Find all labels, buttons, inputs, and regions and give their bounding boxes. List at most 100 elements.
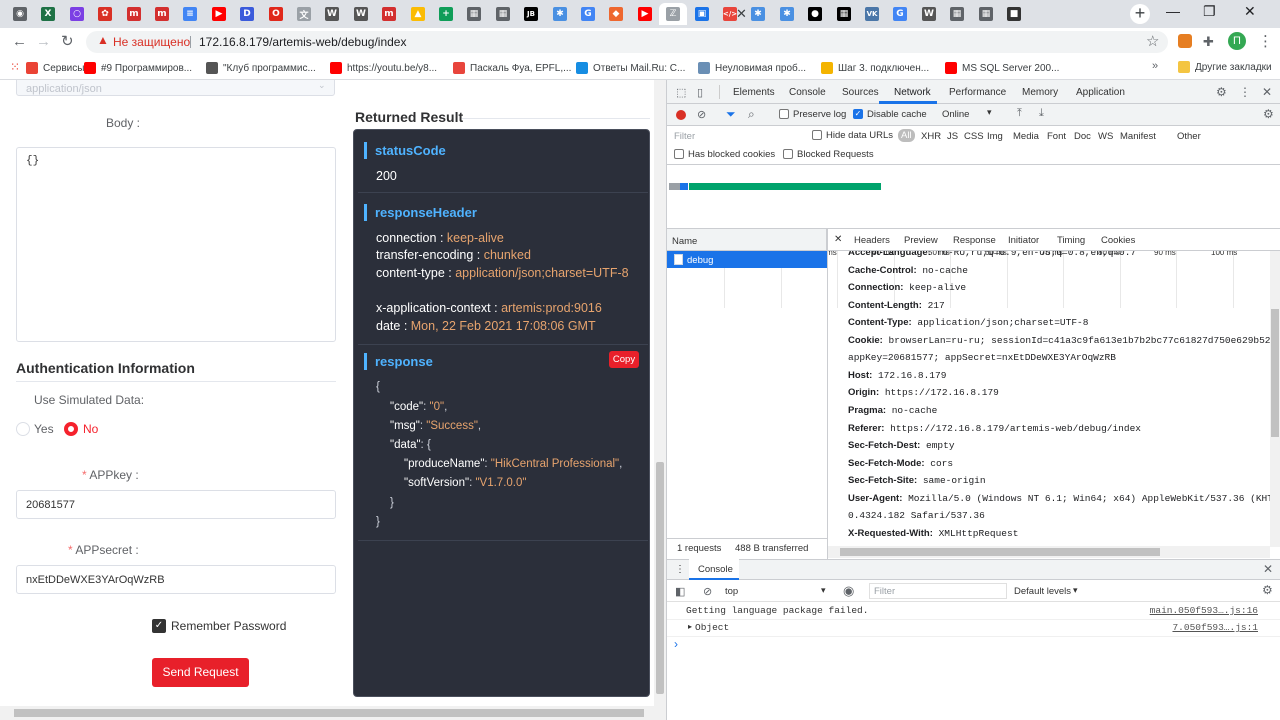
radio-yes-label[interactable]: Yes	[34, 422, 54, 436]
export-har-icon[interactable]: ⤓	[1039, 107, 1044, 120]
default-levels-select[interactable]: Default levels	[1014, 586, 1071, 597]
appkey-input[interactable]: 20681577	[16, 490, 336, 519]
search-icon[interactable]: ⌕	[748, 107, 755, 122]
filter-type-css[interactable]: CSS	[964, 131, 984, 142]
browser-tab[interactable]: ✱	[773, 3, 801, 25]
browser-tab[interactable]: ■	[1000, 3, 1028, 25]
bookmark-star-icon[interactable]: ☆	[1146, 32, 1159, 50]
browser-tab[interactable]: W	[915, 3, 943, 25]
disable-cache-checkbox[interactable]: ✓	[853, 109, 863, 119]
network-settings-icon[interactable]: ⚙	[1263, 107, 1274, 121]
bookmark-item[interactable]: https://youtu.be/y8...	[330, 61, 437, 75]
browser-tab[interactable]: ▦	[460, 3, 488, 25]
browser-tab[interactable]: W	[318, 3, 346, 25]
close-detail-icon[interactable]: ✕	[834, 234, 842, 245]
console-tab-label[interactable]: Console	[698, 564, 733, 575]
filter-input[interactable]: Filter	[674, 131, 695, 142]
detail-tab-initiator[interactable]: Initiator	[1008, 235, 1039, 246]
filter-type-js[interactable]: JS	[947, 131, 958, 142]
browser-tab[interactable]: VK	[858, 3, 886, 25]
browser-tab[interactable]: ●	[801, 3, 829, 25]
console-sidebar-icon[interactable]: ◧	[675, 585, 685, 598]
preserve-log-label[interactable]: Preserve log	[793, 109, 846, 120]
browser-tab[interactable]: JB	[517, 3, 545, 25]
browser-tab[interactable]: m	[375, 3, 403, 25]
close-drawer-icon[interactable]: ✕	[1263, 562, 1273, 576]
preserve-log-checkbox[interactable]	[779, 109, 789, 119]
browser-tab[interactable]: ✱	[546, 3, 574, 25]
appsecret-input[interactable]: nxEtDDeWXE3YArOqWzRB	[16, 565, 336, 594]
window-close-icon[interactable]: ✕	[1244, 3, 1256, 20]
other-bookmarks[interactable]: Другие закладки	[1195, 62, 1272, 73]
extension-fox-icon[interactable]	[1178, 34, 1192, 48]
filter-type-media[interactable]: Media	[1013, 131, 1039, 142]
bookmark-item[interactable]: MS SQL Server 200...	[945, 61, 1059, 75]
blocked-requests-checkbox[interactable]	[783, 149, 793, 159]
browser-tab[interactable]: ▦	[489, 3, 517, 25]
reload-icon[interactable]: ↻	[61, 32, 74, 50]
headers-scrollbar-thumb[interactable]	[1271, 309, 1279, 437]
has-blocked-cookies-label[interactable]: Has blocked cookies	[688, 149, 775, 160]
bookmark-item[interactable]: "Клуб программис...	[206, 61, 316, 75]
warning-icon[interactable]: ▲	[97, 33, 109, 47]
browser-tab[interactable]: ✱	[744, 3, 772, 25]
console-source-link[interactable]: 7.050f593….js:1	[1172, 622, 1258, 633]
minimize-icon[interactable]: —	[1166, 3, 1180, 19]
filter-type-img[interactable]: Img	[987, 131, 1003, 142]
browser-tab[interactable]: 文	[290, 3, 318, 25]
browser-tab[interactable]: ▲	[404, 3, 432, 25]
close-tab-icon[interactable]: ✕	[736, 6, 747, 22]
devtools-tab-application[interactable]: Application	[1076, 87, 1125, 98]
devtools-tab-elements[interactable]: Elements	[733, 87, 775, 98]
browser-tab[interactable]: ▶	[205, 3, 233, 25]
bookmark-item[interactable]: #9 Программиров...	[84, 61, 192, 75]
device-toolbar-icon[interactable]: ▯	[697, 86, 703, 99]
browser-tab[interactable]: ≡	[176, 3, 204, 25]
detail-tab-preview[interactable]: Preview	[904, 235, 938, 246]
browser-tab[interactable]: m	[120, 3, 148, 25]
radio-no-label[interactable]: No	[83, 422, 98, 436]
page-hscrollbar-thumb[interactable]	[14, 709, 644, 717]
extensions-puzzle-icon[interactable]: ✚	[1203, 34, 1217, 49]
page-scrollbar-thumb[interactable]	[656, 462, 664, 694]
import-har-icon[interactable]: ⤒	[1017, 107, 1022, 120]
inspect-icon[interactable]: ⬚	[676, 86, 686, 99]
filter-type-other[interactable]: Other	[1177, 131, 1201, 142]
profile-avatar[interactable]: П	[1228, 32, 1246, 50]
devtools-tab-console[interactable]: Console	[789, 87, 826, 98]
detail-tab-headers[interactable]: Headers	[854, 235, 890, 246]
back-icon[interactable]: ←	[12, 33, 27, 50]
drawer-menu-icon[interactable]: ⋮	[675, 564, 685, 575]
browser-tab[interactable]: ◉	[6, 3, 34, 25]
filter-type-xhr[interactable]: XHR	[921, 131, 941, 142]
browser-tab[interactable]: O	[262, 3, 290, 25]
clear-icon[interactable]: ⊘	[697, 108, 706, 121]
remember-checkbox[interactable]: ✓	[152, 619, 166, 633]
filter-type-ws[interactable]: WS	[1098, 131, 1113, 142]
devtools-tab-sources[interactable]: Sources	[842, 87, 879, 98]
browser-tab[interactable]: ▶	[631, 3, 659, 25]
filter-type-manifest[interactable]: Manifest	[1120, 131, 1156, 142]
maximize-icon[interactable]: ❐	[1203, 3, 1216, 20]
apps-grid-icon[interactable]: ⁙	[10, 60, 20, 74]
bookmark-item[interactable]: Неуловимая проб...	[698, 61, 806, 75]
devtools-tab-memory[interactable]: Memory	[1022, 87, 1058, 98]
close-devtools-icon[interactable]: ✕	[1262, 85, 1272, 99]
browser-tab[interactable]: G	[886, 3, 914, 25]
new-tab-button[interactable]: +	[1130, 4, 1150, 24]
url-text[interactable]: 172.16.8.179/artemis-web/debug/index	[199, 35, 406, 49]
menu-kebab-icon[interactable]: ⋮	[1258, 32, 1273, 50]
browser-tab[interactable]: G	[574, 3, 602, 25]
console-message[interactable]: ▸ Object 7.050f593….js:1	[667, 620, 1280, 637]
filter-type-doc[interactable]: Doc	[1074, 131, 1091, 142]
console-prompt[interactable]: ›	[674, 637, 678, 651]
browser-tab[interactable]: W	[347, 3, 375, 25]
browser-tab[interactable]: ✿	[91, 3, 119, 25]
browser-tab[interactable]: ▦	[830, 3, 858, 25]
body-textarea[interactable]: {}	[16, 147, 336, 342]
hide-data-urls-label[interactable]: Hide data URLs	[826, 130, 893, 141]
browser-tab[interactable]: m	[148, 3, 176, 25]
console-settings-icon[interactable]: ⚙	[1262, 583, 1273, 597]
devtools-tab-network[interactable]: Network	[894, 87, 931, 98]
devtools-tab-performance[interactable]: Performance	[949, 87, 1006, 98]
